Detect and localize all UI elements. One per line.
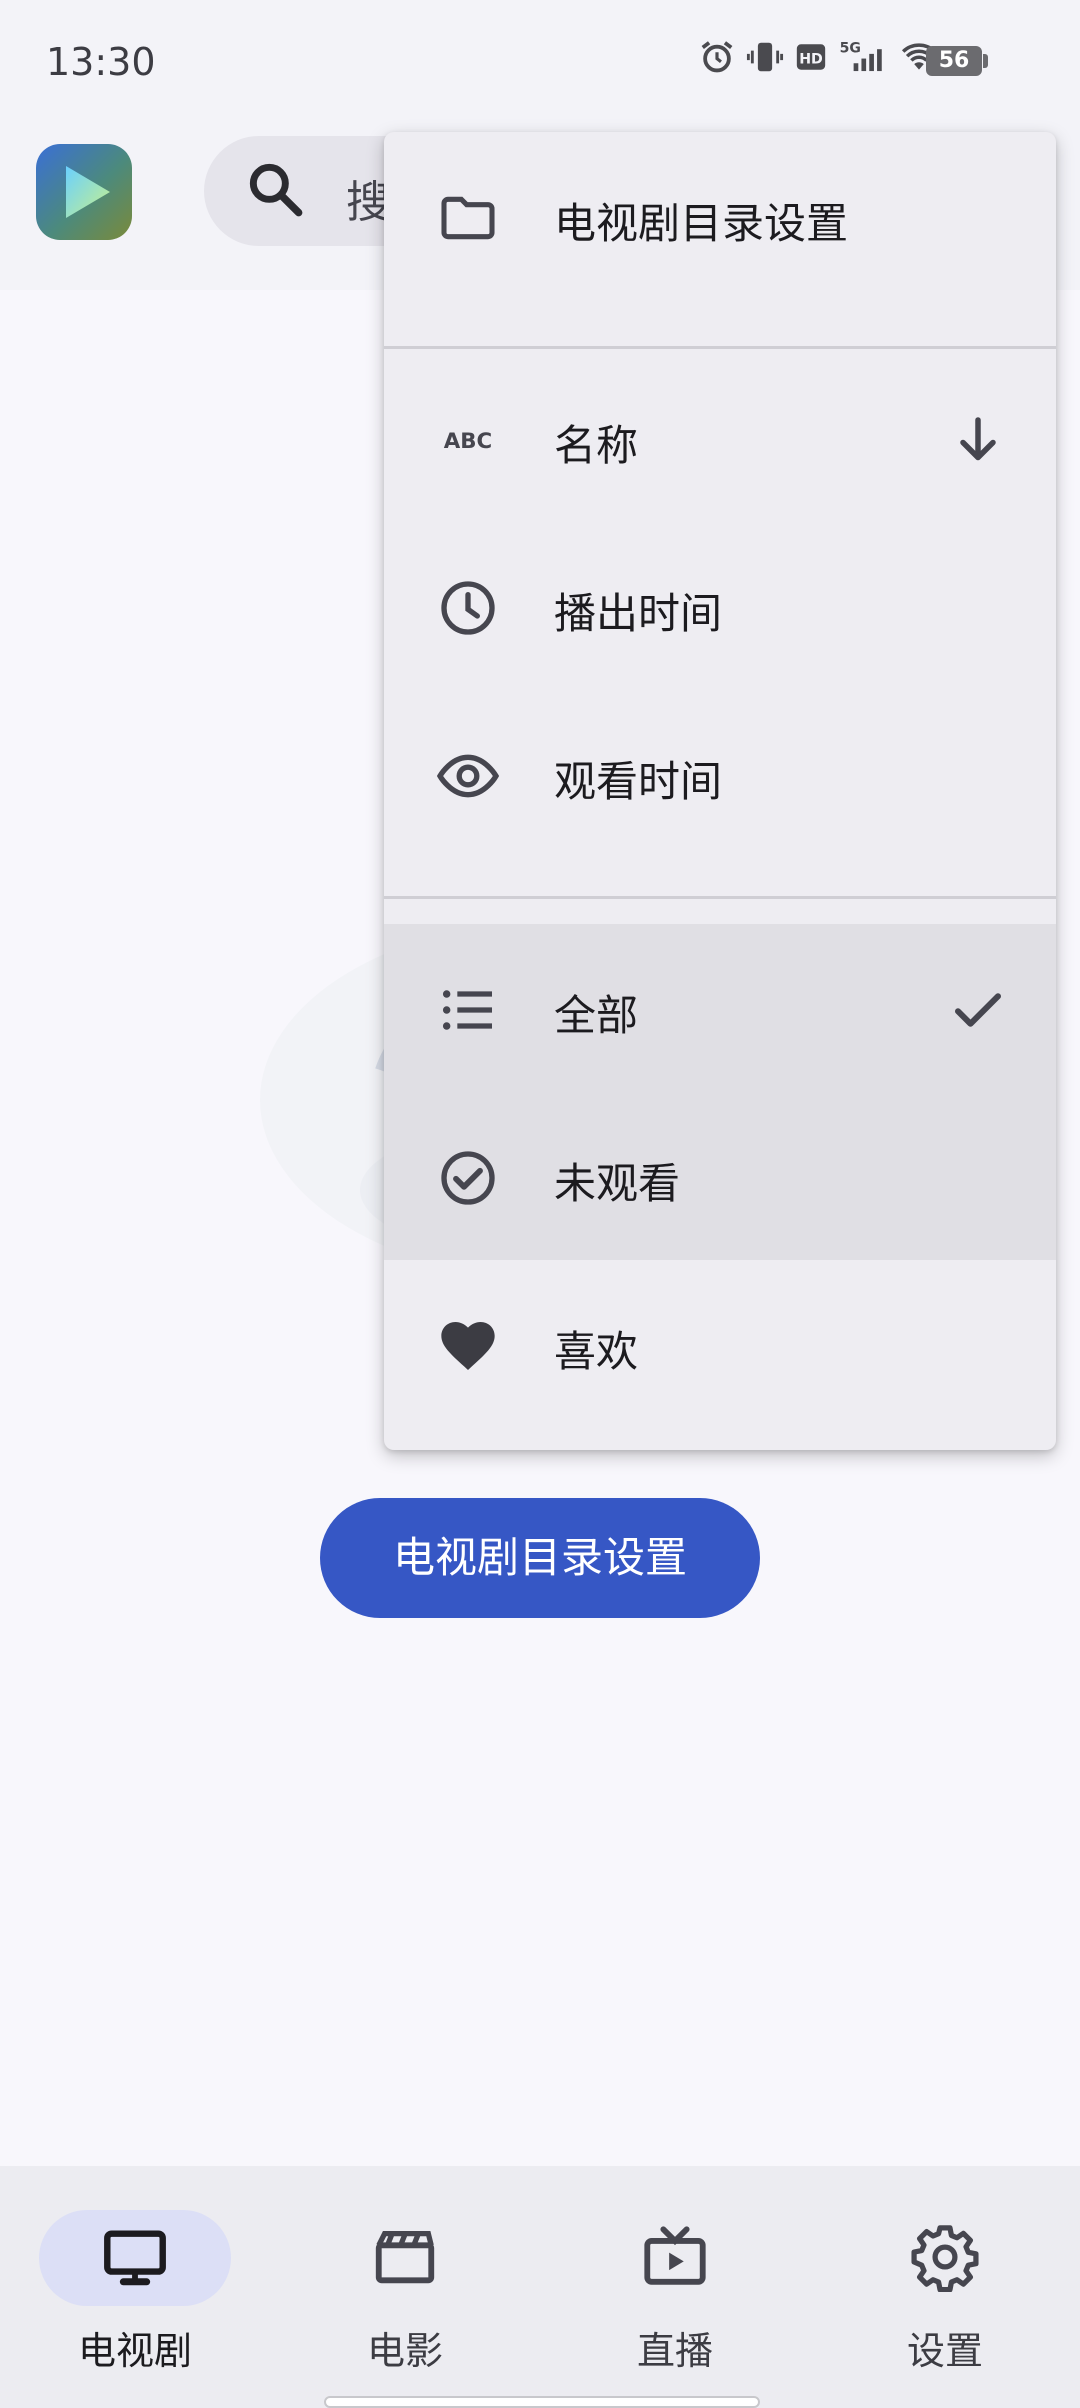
menu-item-label: 喜欢 xyxy=(554,1327,639,1376)
nav-label: 电影 xyxy=(366,2329,443,2373)
search-icon[interactable] xyxy=(244,158,308,222)
clock-icon xyxy=(441,581,495,635)
hd-label: HD xyxy=(799,51,823,67)
svg-text:ABC: ABC xyxy=(444,429,492,454)
battery-nub xyxy=(983,54,988,68)
hd-icon: HD xyxy=(796,44,826,70)
nav-tab-live-tv[interactable]: 直播 xyxy=(540,2196,810,2376)
menu-item-sort-air-date[interactable]: 播出时间 xyxy=(384,522,1056,690)
nav-label: 直播 xyxy=(636,2329,713,2373)
menu-item-filter-all[interactable]: 全部 xyxy=(384,924,1056,1092)
app-logo xyxy=(36,144,132,240)
movie-icon xyxy=(375,2231,435,2284)
live-tv-icon xyxy=(644,2226,706,2285)
nav-label: 设置 xyxy=(906,2329,983,2373)
menu-item-label: 观看时间 xyxy=(554,757,723,806)
nav-tab-movies[interactable]: 电影 xyxy=(270,2196,540,2376)
check-icon xyxy=(955,993,1001,1027)
menu-item-sort-watch-date[interactable]: 观看时间 xyxy=(384,690,1056,858)
alarm-icon xyxy=(701,41,733,73)
menu-item-label: 名称 xyxy=(554,421,639,470)
battery-indicator: 56 xyxy=(926,46,982,76)
menu-divider xyxy=(384,346,1056,349)
tv-icon xyxy=(104,2230,166,2286)
eye-icon xyxy=(436,754,500,798)
menu-item-sort-name[interactable]: ABC 名称 xyxy=(384,354,1056,522)
menu-item-label: 全部 xyxy=(554,991,639,1040)
nav-tab-tv-shows[interactable]: 电视剧 xyxy=(0,2196,270,2376)
vibrate-icon xyxy=(746,42,784,72)
list-icon xyxy=(442,990,492,1030)
nav-label: 电视剧 xyxy=(77,2329,192,2373)
menu-item-label: 电视剧目录设置 xyxy=(554,199,849,248)
status-time: 13:30 xyxy=(46,40,156,84)
menu-item-label: 播出时间 xyxy=(554,589,723,638)
signal-5g-icon: 5G xyxy=(840,40,882,72)
gear-icon xyxy=(911,2225,979,2292)
menu-item-filter-favorites[interactable]: 喜欢 xyxy=(384,1260,1056,1428)
menu-item-filter-unwatched[interactable]: 未观看 xyxy=(384,1092,1056,1260)
status-icons: HD 5G xyxy=(698,38,940,76)
gesture-navigation-bar[interactable] xyxy=(324,2396,760,2408)
check-circle-icon xyxy=(441,1151,495,1205)
sort-filter-menu: 电视剧目录设置 ABC 名称 播出时间 观看时间 全部 未观看 喜欢 xyxy=(384,132,1056,1450)
heart-icon xyxy=(441,1322,495,1370)
menu-item-label: 未观看 xyxy=(554,1159,681,1208)
menu-divider xyxy=(384,896,1056,899)
abc-icon: ABC xyxy=(444,429,492,454)
arrow-down-icon xyxy=(960,417,996,461)
network-label: 5G xyxy=(840,40,861,56)
folder-icon xyxy=(441,196,495,240)
nav-tab-settings[interactable]: 设置 xyxy=(810,2196,1080,2376)
tv-library-settings-button[interactable]: 电视剧目录设置 xyxy=(320,1498,760,1618)
menu-item-library-settings[interactable]: 电视剧目录设置 xyxy=(384,132,1056,300)
